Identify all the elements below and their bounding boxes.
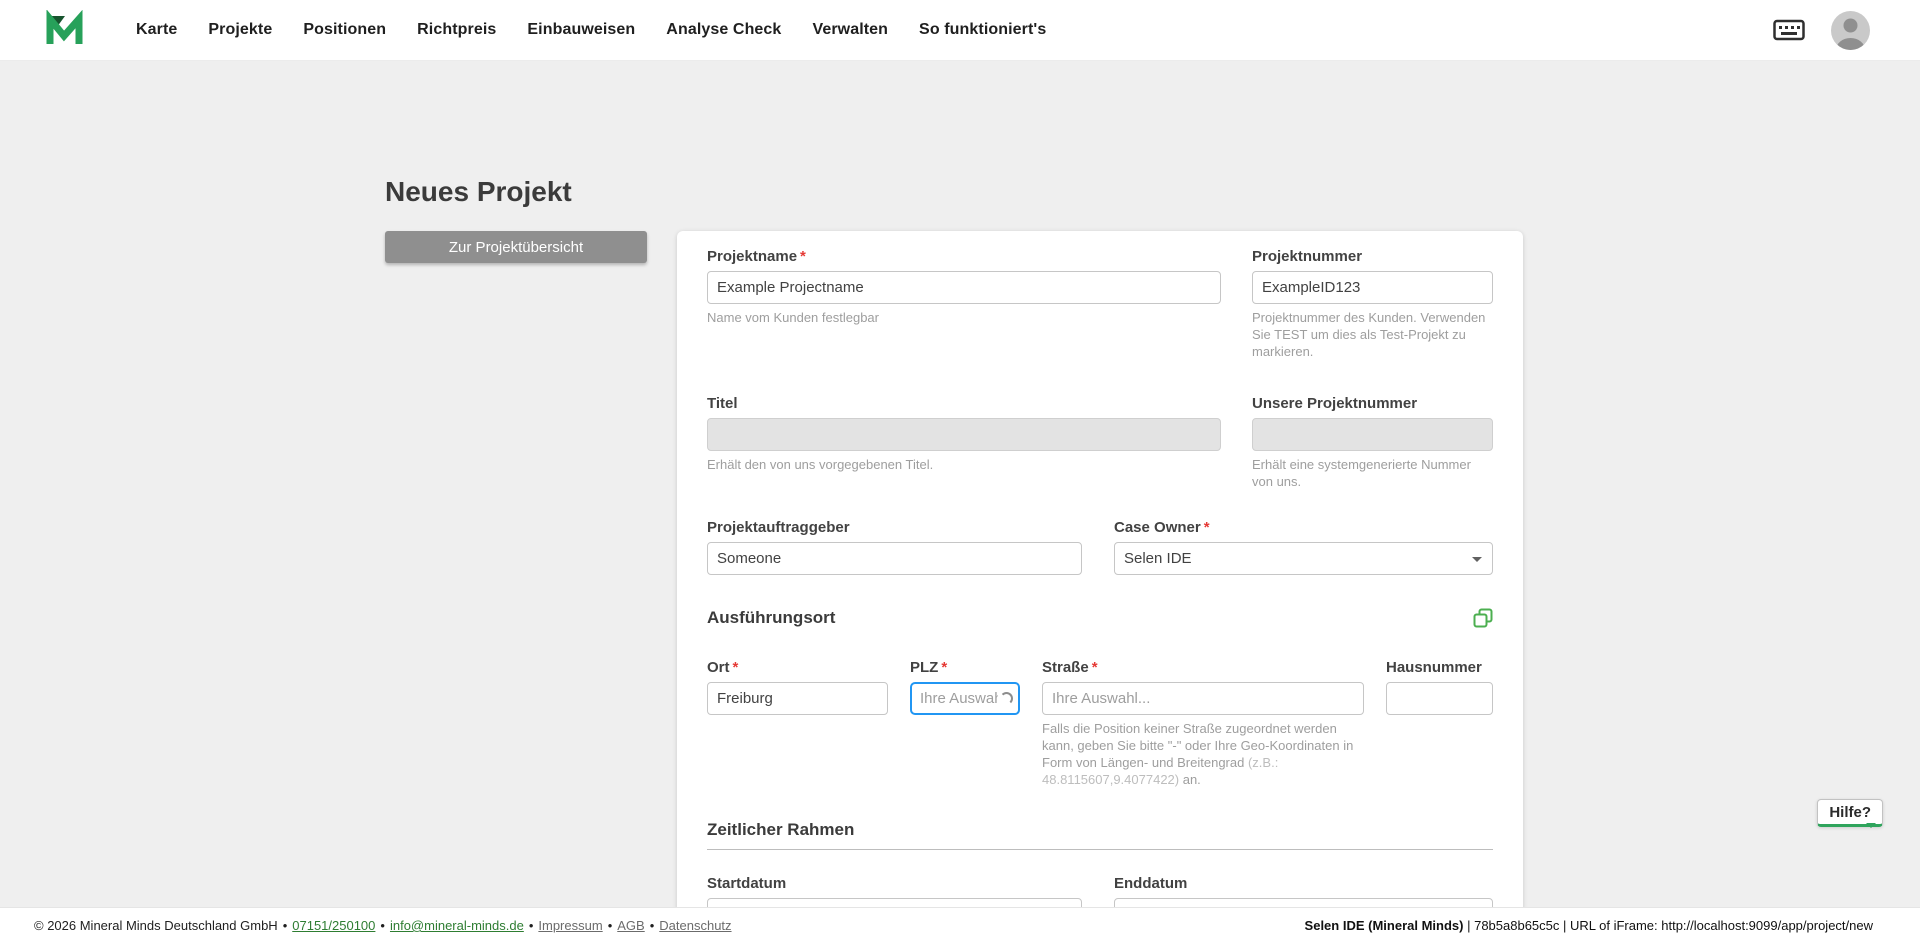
projektnummer-input[interactable] bbox=[1252, 271, 1493, 304]
hausnummer-input[interactable] bbox=[1386, 682, 1493, 715]
nav-item-analyse-check[interactable]: Analyse Check bbox=[666, 21, 781, 39]
nav-item-richtpreis[interactable]: Richtpreis bbox=[417, 21, 496, 39]
footer-agb-link[interactable]: AGB bbox=[617, 918, 644, 933]
enddatum-label: Enddatum bbox=[1114, 875, 1188, 892]
ort-input[interactable] bbox=[707, 682, 888, 715]
back-to-project-overview-button[interactable]: Zur Projektübersicht bbox=[385, 231, 647, 263]
projektname-field: Projektname* Name vom Kunden festlegbar bbox=[707, 247, 1221, 360]
plz-field: PLZ * bbox=[910, 658, 1020, 788]
required-marker: * bbox=[941, 659, 948, 676]
hausnummer-field: Hausnummer bbox=[1386, 658, 1493, 788]
zeitlicher-rahmen-heading: Zeitlicher Rahmen bbox=[707, 820, 855, 839]
plz-label: PLZ * bbox=[910, 659, 948, 676]
unsere-projektnummer-label: Unsere Projektnummer bbox=[1252, 395, 1418, 412]
form-row-name-number: Projektname* Name vom Kunden festlegbar … bbox=[707, 247, 1493, 360]
case-owner-label: Case Owner * bbox=[1114, 519, 1210, 536]
keyboard-icon bbox=[1773, 19, 1805, 41]
strasse-help: Falls die Position keiner Straße zugeord… bbox=[1042, 721, 1354, 787]
separator: • bbox=[380, 918, 385, 933]
separator: • bbox=[282, 918, 288, 933]
footer: © 2026 Mineral Minds Deutschland GmbH • 07… bbox=[0, 907, 1920, 943]
nav-item-karte[interactable]: Karte bbox=[136, 21, 177, 39]
keyboard-shortcuts-button[interactable] bbox=[1773, 19, 1805, 41]
required-marker: * bbox=[1091, 659, 1098, 676]
main-navigation: Karte Projekte Positionen Richtpreis Ein… bbox=[136, 21, 1046, 39]
case-owner-field: Case Owner * Selen IDE bbox=[1114, 518, 1493, 575]
footer-email-link[interactable]: info@mineral-minds.de bbox=[390, 918, 524, 933]
required-marker: * bbox=[732, 659, 739, 676]
loading-spinner-icon bbox=[1000, 692, 1013, 705]
projektname-label: Projektname * bbox=[707, 248, 806, 265]
unsere-projektnummer-input bbox=[1252, 418, 1493, 451]
ausfuehrungsort-section-header: Ausführungsort bbox=[707, 607, 1493, 629]
copy-icon bbox=[1473, 608, 1493, 628]
footer-user-info: Selen IDE (Mineral Minds) bbox=[1304, 918, 1464, 933]
form-row-client-owner: Projektauftraggeber Case Owner* Selen ID… bbox=[707, 518, 1493, 575]
footer-left: © 2026 Mineral Minds Deutschland GmbH • 07… bbox=[34, 918, 732, 933]
navbar-right-actions bbox=[1773, 10, 1870, 50]
top-navbar: Karte Projekte Positionen Richtpreis Ein… bbox=[0, 0, 1920, 61]
page-title: Neues Projekt bbox=[385, 176, 572, 207]
projektauftraggeber-input[interactable] bbox=[707, 542, 1082, 575]
nav-item-verwalten[interactable]: Verwalten bbox=[812, 21, 888, 39]
projektauftraggeber-field: Projektauftraggeber bbox=[707, 518, 1082, 575]
ort-field: Ort * bbox=[707, 658, 888, 788]
section-divider bbox=[707, 849, 1493, 850]
nav-item-projekte[interactable]: Projekte bbox=[208, 21, 272, 39]
required-marker: * bbox=[800, 248, 806, 265]
titel-input bbox=[707, 418, 1221, 451]
zeitlicher-rahmen-section-header: Zeitlicher Rahmen bbox=[707, 819, 1493, 850]
separator: • bbox=[528, 918, 534, 933]
required-marker: * bbox=[1203, 519, 1210, 536]
nav-item-positionen[interactable]: Positionen bbox=[303, 21, 386, 39]
footer-session-info: | 78b5a8b65c5c | URL of iFrame: http://l… bbox=[1467, 918, 1873, 933]
separator: • bbox=[649, 918, 655, 933]
strasse-field: Straße* Falls die Position keiner Straße… bbox=[1042, 658, 1364, 788]
footer-impressum-link[interactable]: Impressum bbox=[538, 918, 602, 933]
hausnummer-label: Hausnummer bbox=[1386, 659, 1482, 676]
unsere-projektnummer-field: Unsere Projektnummer Erhält eine systemg… bbox=[1252, 394, 1493, 490]
unsere-projektnummer-help: Erhält eine systemgenerierte Nummer von … bbox=[1252, 457, 1471, 489]
mineral-minds-logo[interactable] bbox=[44, 10, 86, 50]
case-owner-selected-value: Selen IDE bbox=[1124, 550, 1192, 567]
projektname-help: Name vom Kunden festlegbar bbox=[707, 310, 879, 325]
nav-item-so-funktionierts[interactable]: So funktioniert's bbox=[919, 21, 1046, 39]
ort-label: Ort * bbox=[707, 659, 739, 676]
copyright-text: © 2026 Mineral Minds Deutschland GmbH bbox=[34, 918, 278, 933]
case-owner-select[interactable]: Selen IDE bbox=[1114, 542, 1493, 575]
strasse-label: Straße * bbox=[1042, 659, 1098, 676]
person-icon bbox=[1836, 18, 1865, 50]
form-row-location: Ort* PLZ* Straße* Falls die Position kei… bbox=[707, 658, 1493, 788]
new-project-form-card: Projektname* Name vom Kunden festlegbar … bbox=[677, 231, 1523, 931]
footer-right: Selen IDE (Mineral Minds) | 78b5a8b65c5c… bbox=[1305, 918, 1873, 933]
projektnummer-label: Projektnummer bbox=[1252, 248, 1363, 265]
nav-item-einbauweisen[interactable]: Einbauweisen bbox=[527, 21, 635, 39]
help-button[interactable]: Hilfe? bbox=[1817, 799, 1883, 828]
footer-phone-link[interactable]: 07151/250100 bbox=[292, 918, 375, 933]
titel-label: Titel bbox=[707, 395, 738, 412]
startdatum-label: Startdatum bbox=[707, 875, 787, 892]
copy-location-button[interactable] bbox=[1473, 608, 1493, 628]
projektnummer-field: Projektnummer Projektnummer des Kunden. … bbox=[1252, 247, 1493, 360]
footer-datenschutz-link[interactable]: Datenschutz bbox=[659, 918, 731, 933]
chevron-down-icon bbox=[1472, 557, 1482, 567]
strasse-input[interactable] bbox=[1042, 682, 1364, 715]
projektauftraggeber-label: Projektauftraggeber bbox=[707, 519, 850, 536]
titel-help: Erhält den von uns vorgegebenen Titel. bbox=[707, 457, 934, 472]
ausfuehrungsort-heading: Ausführungsort bbox=[707, 608, 836, 627]
titel-field: Titel Erhält den von uns vorgegebenen Ti… bbox=[707, 394, 1221, 490]
projektname-input[interactable] bbox=[707, 271, 1221, 304]
logo-icon bbox=[46, 10, 83, 44]
form-row-titel-number: Titel Erhält den von uns vorgegebenen Ti… bbox=[707, 394, 1493, 490]
separator: • bbox=[607, 918, 613, 933]
main-content: Neues Projekt Zur Projektübersicht Proje… bbox=[0, 61, 1920, 943]
projektnummer-help: Projektnummer des Kunden. Verwenden Sie … bbox=[1252, 310, 1486, 359]
user-avatar-button[interactable] bbox=[1831, 10, 1870, 50]
